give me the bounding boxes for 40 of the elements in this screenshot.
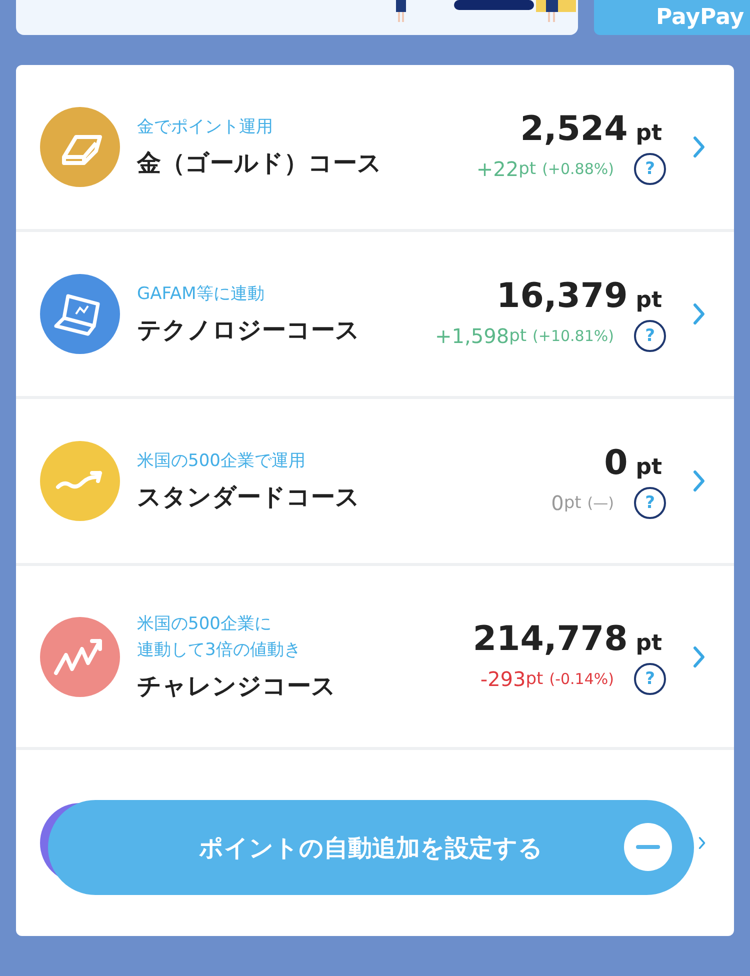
change-percent: (+0.88%): [542, 160, 614, 178]
points-value: 214,778: [472, 618, 628, 658]
help-button[interactable]: ?: [634, 153, 666, 185]
change-unit: pt: [526, 668, 544, 688]
course-title: スタンダードコース: [137, 482, 361, 513]
points-unit: pt: [636, 455, 662, 480]
change-amount: 0: [551, 491, 564, 515]
change-unit: pt: [509, 326, 527, 346]
paypay-button[interactable]: PayPay: [594, 0, 750, 35]
points-value: 16,379: [496, 276, 628, 316]
course-title: チャレンジコース: [137, 670, 337, 702]
course-subtitle: 連動して3倍の値動き: [137, 638, 302, 662]
change-amount: -293: [480, 666, 526, 690]
change-unit: pt: [518, 159, 536, 179]
change-unit: pt: [564, 493, 582, 513]
minus-icon: [624, 823, 672, 871]
change-amount: +22: [476, 157, 519, 181]
points-unit: pt: [636, 288, 662, 313]
help-button[interactable]: ?: [634, 487, 666, 519]
points-unit: pt: [636, 630, 662, 656]
course-subtitle: GAFAM等に連動: [137, 283, 266, 306]
chevron-icon[interactable]: [692, 644, 706, 668]
help-button[interactable]: ?: [634, 662, 666, 694]
course-subtitle: 米国の500企業で運用: [137, 450, 306, 473]
points-value: 0: [604, 443, 628, 483]
change-amount: +1,598: [435, 324, 510, 348]
course-subtitle: 金でポイント運用: [137, 116, 274, 139]
change-percent: (—): [587, 494, 614, 512]
course-title: テクノロジーコース: [137, 315, 361, 346]
help-button[interactable]: ?: [634, 320, 666, 352]
change-percent: (+10.81%): [532, 327, 614, 345]
chevron-icon[interactable]: [692, 135, 706, 159]
course-title: 金（ゴールド）コース: [137, 148, 383, 179]
chevron-icon[interactable]: [692, 302, 706, 326]
chevron-icon[interactable]: [692, 469, 706, 493]
course-subtitle: 米国の500企業に: [137, 612, 272, 636]
change-percent: (-0.14%): [549, 670, 614, 688]
banner-card[interactable]: [16, 0, 578, 35]
points-unit: pt: [636, 121, 662, 146]
points-value: 2,524: [520, 109, 628, 149]
